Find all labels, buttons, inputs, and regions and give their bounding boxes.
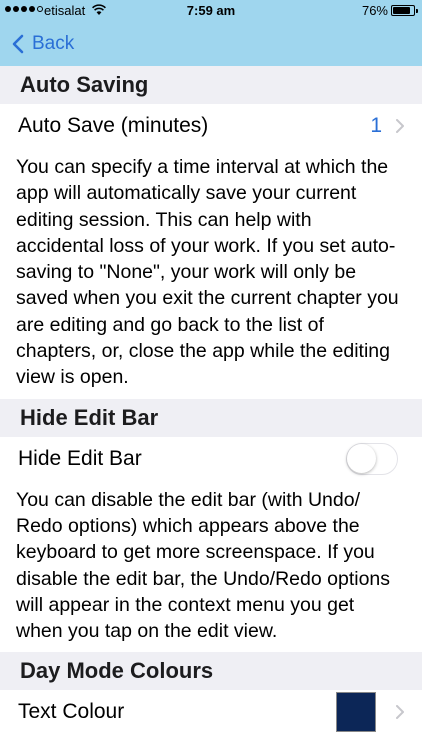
battery-percentage: 76% — [361, 3, 388, 18]
hide-edit-bar-label: Hide Edit Bar — [18, 446, 142, 470]
status-bar: etisalat 7:59 am 76% — [0, 0, 422, 22]
section-header-auto-saving: Auto Saving — [0, 66, 422, 104]
chevron-right-icon — [396, 119, 404, 133]
auto-save-value: 1 — [370, 114, 382, 137]
hide-edit-bar-toggle[interactable] — [346, 442, 398, 475]
back-label: Back — [32, 33, 75, 54]
auto-save-row[interactable]: Auto Save (minutes) 1 — [0, 104, 422, 148]
chevron-left-icon — [12, 34, 24, 54]
text-colour-swatch — [336, 692, 376, 733]
text-colour-label: Text Colour — [18, 700, 125, 724]
section-header-day-mode-colours: Day Mode Colours — [0, 652, 422, 691]
section-header-hide-edit-bar: Hide Edit Bar — [0, 398, 422, 437]
battery-icon — [391, 5, 418, 16]
auto-save-label: Auto Save (minutes) — [18, 114, 209, 137]
chevron-right-icon — [396, 705, 404, 720]
back-button[interactable]: Back — [12, 30, 74, 58]
text-colour-row[interactable]: Text Colour — [0, 690, 422, 734]
navigation-bar: etisalat 7:59 am 76% Back — [0, 0, 422, 66]
settings-list: Auto Saving Auto Save (minutes) 1 You ca… — [0, 66, 422, 734]
auto-save-description: You can specify a time interval at which… — [16, 156, 399, 389]
status-time: 7:59 am — [186, 3, 236, 18]
hide-edit-bar-row: Hide Edit Bar — [0, 437, 422, 481]
hide-edit-bar-description: You can disable the edit bar (with Undo/… — [16, 488, 391, 643]
toggle-knob — [347, 443, 376, 473]
